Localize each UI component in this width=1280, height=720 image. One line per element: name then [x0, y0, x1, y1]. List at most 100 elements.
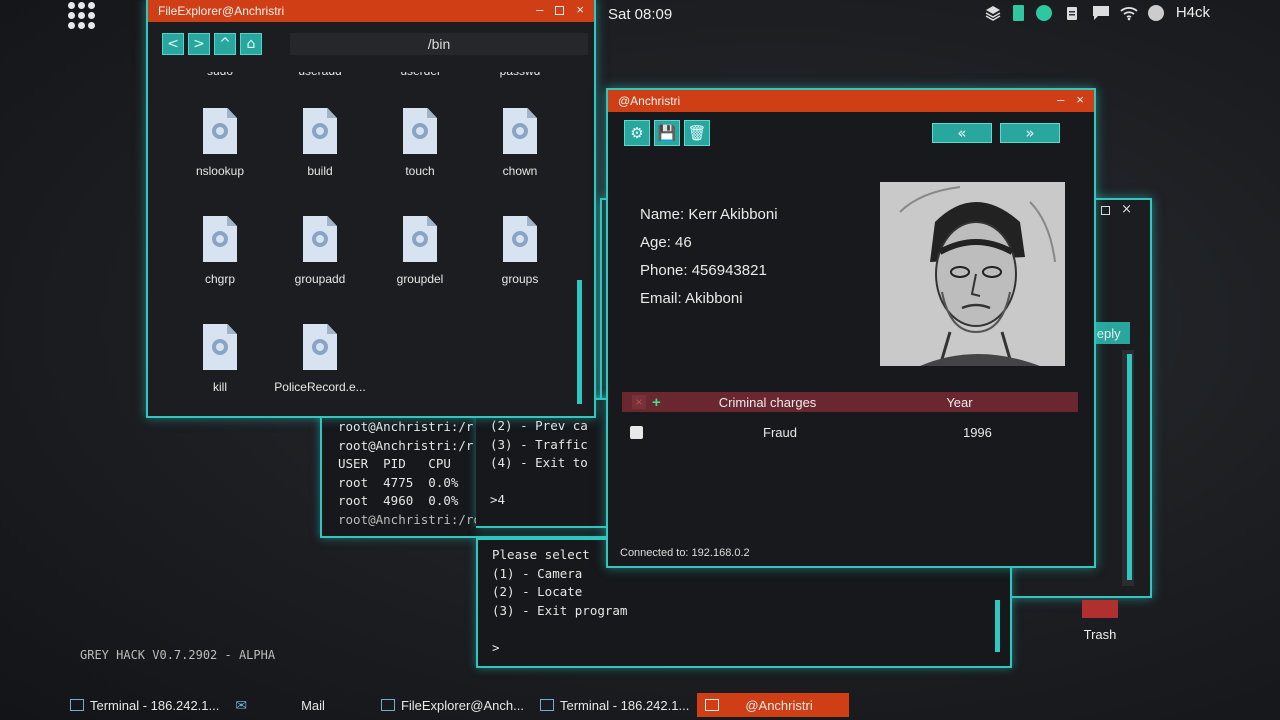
maximize-icon[interactable]: [555, 6, 565, 15]
window-title: @Anchristri: [618, 94, 681, 108]
charge-row: Fraud 1996: [622, 422, 1078, 442]
file-name: passwd: [500, 72, 541, 78]
file-name: build: [307, 164, 333, 178]
terminal-line: (2) - Prev ca: [490, 418, 588, 433]
file-icon: [403, 108, 437, 154]
file-explorer-titlebar[interactable]: FileExplorer@Anchristri – ×: [148, 0, 594, 22]
file-item[interactable]: chgrp: [170, 216, 270, 286]
maximize-icon[interactable]: [1101, 206, 1110, 215]
file-item[interactable]: PoliceRecord.e...: [270, 324, 370, 394]
terminal-prompt[interactable]: >: [492, 639, 1010, 658]
file-item[interactable]: passwd: [470, 72, 570, 78]
taskbar-item-mail[interactable]: ✉ Mail: [227, 693, 373, 717]
file-name: PoliceRecord.e...: [274, 380, 366, 394]
chat-icon[interactable]: [1092, 5, 1109, 21]
taskbar-label: @Anchristri: [745, 697, 813, 713]
message-scrollbar[interactable]: [1127, 354, 1132, 580]
file-item[interactable]: build: [270, 108, 370, 178]
file-item[interactable]: chown: [470, 108, 570, 178]
file-grid: sudo useradd userdel passwd nslookup bui…: [162, 72, 580, 408]
file-item[interactable]: useradd: [270, 72, 370, 78]
file-name: groups: [501, 272, 539, 286]
record-age: Age: 46: [640, 234, 692, 251]
trash-icon: 🗑: [687, 124, 707, 142]
clipboard-icon[interactable]: [1064, 5, 1080, 21]
file-item[interactable]: nslookup: [170, 108, 270, 178]
mail-icon: ✉: [235, 696, 248, 713]
taskbar-item-file-explorer[interactable]: FileExplorer@Anch...: [373, 693, 532, 717]
up-button[interactable]: ^: [214, 33, 236, 55]
file-item[interactable]: userdel: [370, 72, 470, 78]
home-button[interactable]: ⌂: [240, 33, 262, 55]
chevron-up-icon: ^: [219, 36, 231, 52]
trash-desktop-icon[interactable]: Trash: [1066, 600, 1134, 643]
charges-table-header: × + Criminal charges Year: [622, 392, 1078, 412]
layers-icon[interactable]: [985, 5, 1001, 21]
charges-column-header: Criminal charges: [718, 394, 817, 410]
wifi-icon[interactable]: [1120, 5, 1138, 21]
file-name: nslookup: [195, 164, 245, 178]
forward-button[interactable]: >: [188, 33, 210, 55]
user-avatar-icon[interactable]: [1147, 4, 1164, 21]
file-item[interactable]: groups: [470, 216, 570, 286]
file-explorer-window: FileExplorer@Anchristri – × < > ^ ⌂ /bin…: [146, 0, 596, 418]
taskbar-item-terminal-1[interactable]: Terminal - 186.242.1...: [62, 693, 227, 717]
year-column-header: Year: [946, 394, 973, 410]
file-item[interactable]: groupdel: [370, 216, 470, 286]
save-button[interactable]: 💾: [654, 120, 680, 146]
file-item[interactable]: touch: [370, 108, 470, 178]
file-name: kill: [213, 380, 227, 394]
next-record-button[interactable]: »: [1000, 123, 1060, 143]
terminal-line: (3) - Traffic: [490, 436, 588, 452]
file-name: chown: [502, 164, 538, 178]
home-icon: ⌂: [246, 36, 256, 52]
window-icon: [380, 699, 395, 711]
back-button[interactable]: <: [162, 33, 184, 55]
terminal-line: (2) - Locate: [492, 584, 583, 599]
charge-checkbox[interactable]: [630, 425, 643, 439]
trash-icon: [1082, 600, 1118, 618]
status-dot-icon[interactable]: [1035, 4, 1052, 21]
file-explorer-scrollbar[interactable]: [577, 280, 582, 404]
previous-record-button[interactable]: «: [932, 123, 992, 143]
file-icon: [203, 216, 237, 262]
police-record-titlebar[interactable]: @Anchristri – ×: [608, 90, 1094, 112]
file-icon: [303, 324, 337, 370]
path-input[interactable]: /bin: [290, 33, 588, 55]
close-icon[interactable]: ×: [576, 2, 584, 17]
file-item[interactable]: kill: [170, 324, 270, 394]
file-icon: [203, 324, 237, 370]
close-icon[interactable]: ×: [1076, 92, 1084, 107]
save-icon: 💾: [657, 124, 677, 142]
minimize-icon[interactable]: –: [536, 2, 543, 17]
taskbar-label: FileExplorer@Anch...: [400, 697, 524, 713]
minimize-icon[interactable]: –: [1057, 92, 1064, 107]
file-item[interactable]: sudo: [170, 72, 270, 78]
chevron-right-icon: >: [193, 36, 205, 52]
system-tray: H4ck: [985, 4, 1210, 21]
add-charge-icon[interactable]: +: [652, 394, 661, 411]
file-icon: [503, 108, 537, 154]
apps-grid-icon[interactable]: [68, 2, 96, 29]
chevron-left-icon: <: [167, 36, 179, 52]
file-name: groupadd: [294, 272, 346, 286]
close-icon[interactable]: ×: [1121, 202, 1132, 217]
taskbar-item-terminal-2[interactable]: Terminal - 186.242.1...: [532, 693, 697, 717]
message-area: [1122, 350, 1134, 586]
double-chevron-left-icon: «: [957, 124, 967, 142]
user-name[interactable]: H4ck: [1176, 4, 1210, 21]
terminal-icon: [539, 699, 554, 711]
remove-charge-icon[interactable]: ×: [632, 395, 646, 409]
device-icon[interactable]: [1012, 4, 1024, 21]
file-item[interactable]: groupadd: [270, 216, 370, 286]
file-icon: [303, 108, 337, 154]
record-name: Name: Kerr Akibboni: [640, 206, 778, 223]
delete-button[interactable]: 🗑: [684, 120, 710, 146]
file-name: sudo: [207, 72, 233, 78]
terminal-icon: [70, 699, 84, 711]
terminal-scrollbar[interactable]: [995, 600, 1000, 652]
clock: Sat 08:09: [608, 5, 673, 23]
settings-button[interactable]: ⚙: [624, 120, 650, 146]
suspect-portrait: [880, 182, 1065, 366]
taskbar-item-police-record[interactable]: @Anchristri: [697, 693, 850, 717]
